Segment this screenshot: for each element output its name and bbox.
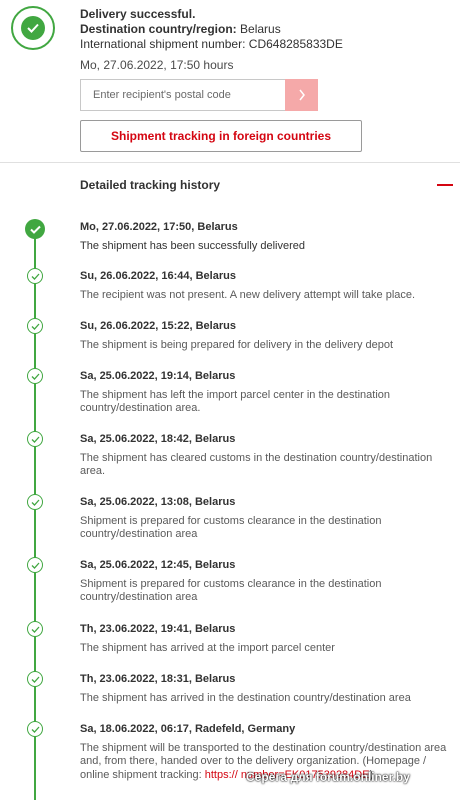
event-description: Shipment is prepared for customs clearan… <box>80 514 382 541</box>
event-title: Mo, 27.06.2022, 17:50, Belarus <box>80 221 238 233</box>
event-description: The shipment has arrived at the import p… <box>80 641 335 654</box>
event-title: Sa, 25.06.2022, 12:45, Belarus <box>80 559 236 571</box>
postal-code-input[interactable] <box>80 79 285 111</box>
check-circle-icon <box>11 6 55 50</box>
divider <box>0 162 460 163</box>
event-title: Th, 23.06.2022, 18:31, Belarus <box>80 673 236 685</box>
tracking-event: Th, 23.06.2022, 19:41, Belarus The shipm… <box>80 623 450 655</box>
watermark: Серега для forum.onliner.by <box>246 770 410 784</box>
tracking-event: Th, 23.06.2022, 18:31, Belarus The shipm… <box>80 673 450 705</box>
tracking-event: Sa, 25.06.2022, 12:45, Belarus Shipment … <box>80 559 450 605</box>
check-icon <box>27 368 43 384</box>
check-icon <box>27 671 43 687</box>
check-icon <box>27 318 43 334</box>
event-description: Shipment is prepared for customs clearan… <box>80 577 382 604</box>
tracking-event: Sa, 25.06.2022, 19:14, Belarus The shipm… <box>80 370 450 416</box>
tracking-event: Su, 26.06.2022, 16:44, Belarus The recip… <box>80 270 450 302</box>
event-description: The shipment has been successfully deliv… <box>80 239 306 252</box>
tracking-event: Sa, 25.06.2022, 13:08, Belarus Shipment … <box>80 496 450 542</box>
postal-code-submit-button[interactable] <box>285 79 318 111</box>
tracking-link[interactable]: https:// <box>205 769 238 781</box>
destination-value: Belarus <box>240 22 281 36</box>
timeline-line <box>34 228 36 800</box>
event-description: The shipment has left the import parcel … <box>80 388 391 415</box>
event-title: Sa, 25.06.2022, 18:42, Belarus <box>80 433 236 445</box>
minus-icon[interactable] <box>437 184 453 186</box>
event-title: Sa, 25.06.2022, 13:08, Belarus <box>80 496 236 508</box>
event-title: Su, 26.06.2022, 16:44, Belarus <box>80 270 236 282</box>
check-icon <box>27 494 43 510</box>
event-description: The shipment has arrived in the destinat… <box>80 691 411 704</box>
tracking-event: Su, 26.06.2022, 15:22, Belarus The shipm… <box>80 320 450 352</box>
event-description: The shipment has cleared customs in the … <box>80 451 433 478</box>
shipment-number-value: CD648285833DE <box>248 37 343 51</box>
check-icon <box>27 268 43 284</box>
event-title: Sa, 18.06.2022, 06:17, Radefeld, Germany <box>80 723 296 735</box>
event-title: Th, 23.06.2022, 19:41, Belarus <box>80 623 236 635</box>
check-circle-icon <box>25 219 45 239</box>
foreign-tracking-button[interactable]: Shipment tracking in foreign countries <box>80 120 362 152</box>
postal-code-form <box>80 79 318 111</box>
chevron-right-icon <box>298 89 305 101</box>
event-description: The shipment is being prepared for deliv… <box>80 338 394 351</box>
check-icon <box>27 557 43 573</box>
tracking-event: Sa, 25.06.2022, 18:42, Belarus The shipm… <box>80 433 450 479</box>
destination-label: Destination country/region: <box>80 22 237 36</box>
shipment-number-label: International shipment number: <box>80 37 246 51</box>
status-title: Delivery successful. <box>80 7 196 21</box>
tracking-event: Mo, 27.06.2022, 17:50, Belarus The shipm… <box>80 221 450 253</box>
delivery-status-summary: Delivery successful. Destination country… <box>80 7 343 73</box>
check-icon <box>27 431 43 447</box>
event-description: The recipient was not present. A new del… <box>80 288 416 301</box>
tracking-history-title: Detailed tracking history <box>80 178 221 192</box>
event-title: Sa, 25.06.2022, 19:14, Belarus <box>80 370 236 382</box>
delivery-datetime: Mo, 27.06.2022, 17:50 hours <box>80 58 234 72</box>
check-icon <box>27 721 43 737</box>
check-icon <box>27 621 43 637</box>
event-title: Su, 26.06.2022, 15:22, Belarus <box>80 320 236 332</box>
